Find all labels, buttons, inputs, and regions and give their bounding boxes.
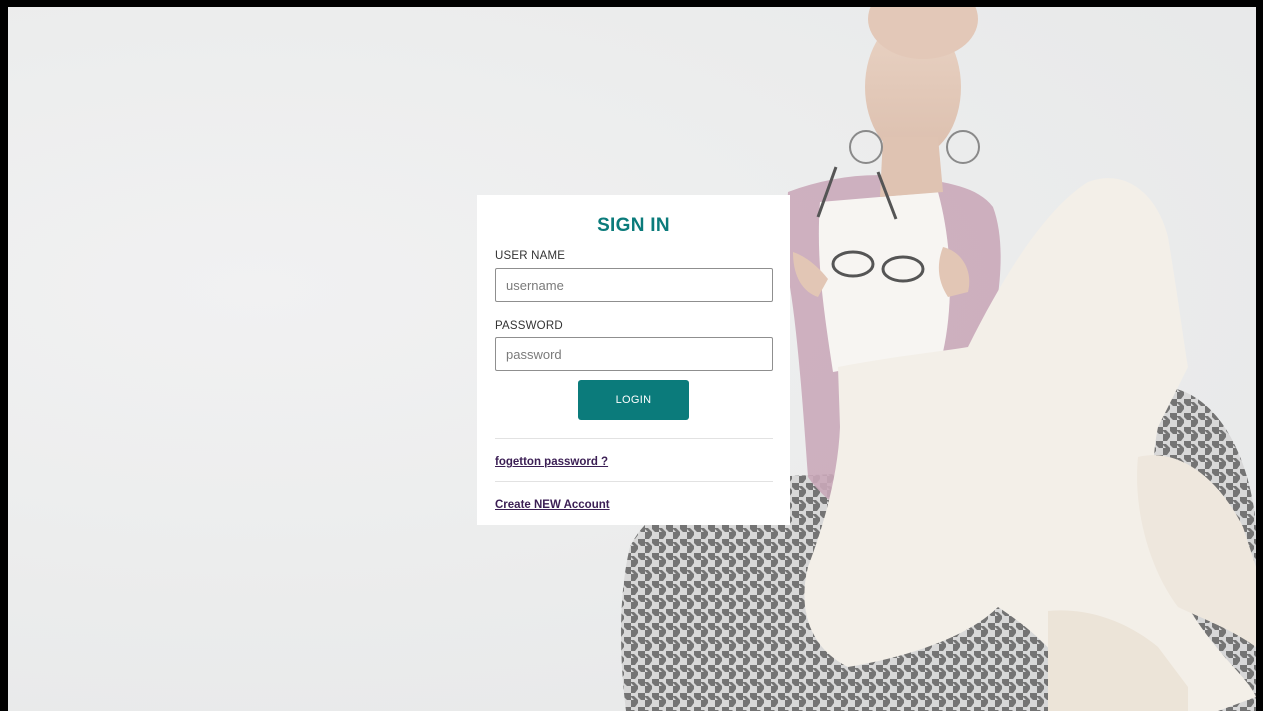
page-frame: SIGN IN USER NAME PASSWORD LOGIN fogetto… [0, 0, 1263, 711]
password-input[interactable] [495, 337, 773, 371]
sign-in-title: SIGN IN [597, 215, 670, 236]
sign-in-card: SIGN IN USER NAME PASSWORD LOGIN fogetto… [477, 195, 790, 525]
username-input[interactable] [495, 268, 773, 302]
forgot-password-link[interactable]: fogetton password ? [495, 456, 608, 468]
top-shape [818, 192, 950, 372]
password-label: PASSWORD [495, 320, 563, 332]
divider-top [495, 438, 773, 439]
login-button[interactable]: LOGIN [578, 380, 689, 420]
divider-bottom [495, 481, 773, 482]
username-label: USER NAME [495, 250, 566, 262]
create-account-link[interactable]: Create NEW Account [495, 499, 610, 511]
